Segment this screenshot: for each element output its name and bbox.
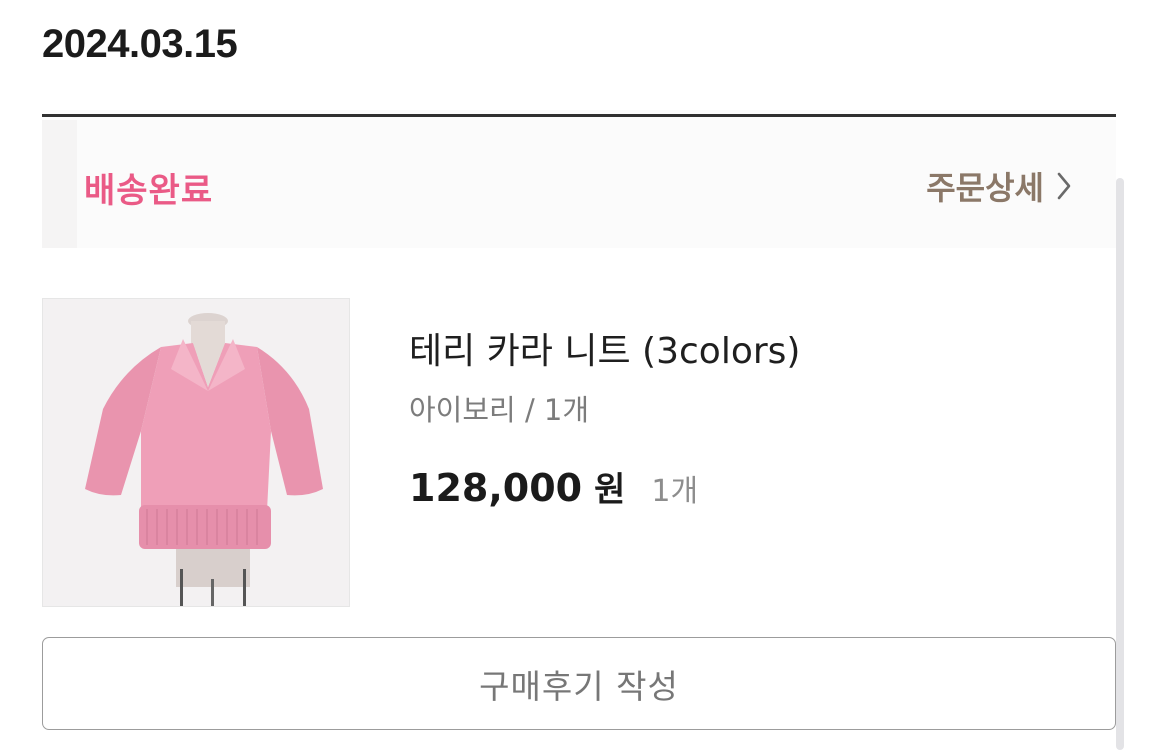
chevron-right-icon [1056, 171, 1072, 201]
order-status-bar: 배송완료 주문상세 [42, 120, 1116, 248]
order-detail-link[interactable]: 주문상세 [926, 163, 1072, 209]
write-review-label: 구매후기 작성 [479, 666, 679, 706]
delivery-status: 배송완료 [84, 171, 214, 211]
price-currency: 원 [594, 470, 626, 510]
product-name[interactable]: 테리 카라 니트 (3colors) [409, 322, 800, 374]
section-divider [42, 114, 1116, 117]
write-review-button[interactable]: 구매후기 작성 [42, 637, 1116, 730]
status-bar-edge [42, 120, 77, 248]
product-option: 아이보리 / 1개 [409, 393, 590, 427]
product-thumbnail[interactable] [42, 298, 350, 607]
order-quantity: 1개 [651, 474, 699, 509]
price-row: 128,000 원 1개 [409, 462, 698, 511]
scrollbar[interactable] [1116, 178, 1124, 750]
order-detail-label: 주문상세 [926, 169, 1044, 207]
order-date: 2024.03.15 [42, 22, 238, 66]
price-amount: 128,000 [409, 466, 583, 510]
